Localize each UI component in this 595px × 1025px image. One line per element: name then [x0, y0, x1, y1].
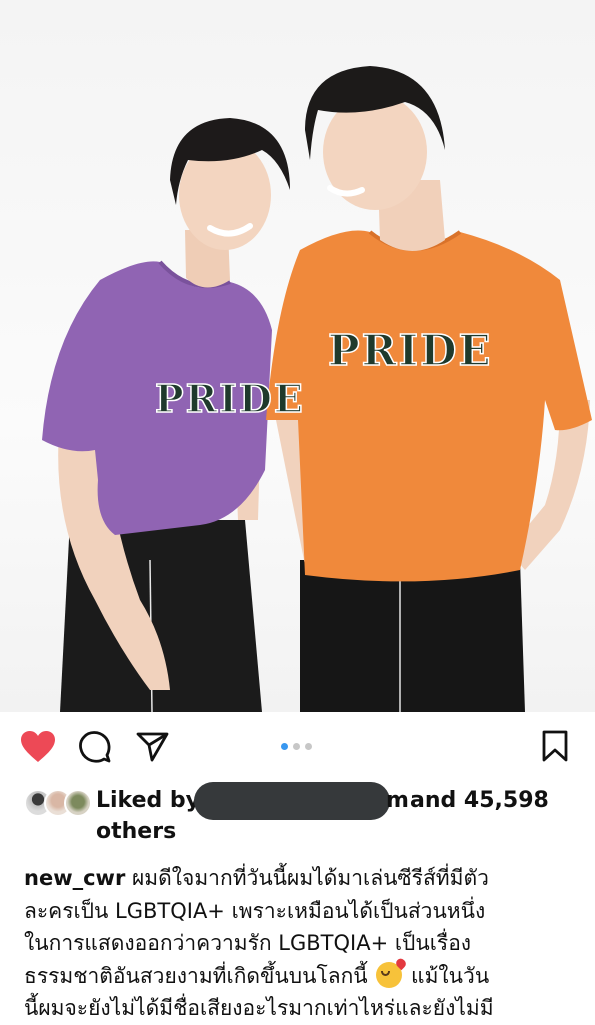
post-photo[interactable]: PRIDE PRIDE [0, 0, 595, 712]
caption-line-1: new_cwr ผมดีใจมากที่วันนี้ผมได้มาเล่นซีร… [24, 866, 489, 890]
bookmark-icon[interactable] [542, 730, 568, 762]
carousel-indicator [281, 743, 312, 750]
liker-avatars[interactable] [24, 789, 92, 817]
right-shirt-print: PRIDE [328, 326, 493, 375]
share-icon[interactable] [136, 732, 169, 762]
heart-icon[interactable] [20, 730, 56, 764]
liked-others-label[interactable]: others [96, 817, 176, 847]
caption-line-3: ในการแสดงออกว่าความรัก LGBTQIA+ เป็นเรื่… [24, 931, 472, 955]
like-count[interactable]: and 45,598 [410, 786, 549, 816]
post-caption: new_cwr ผมดีใจมากที่วันนี้ผมได้มาเล่นซีร… [24, 862, 564, 1025]
avatar [64, 789, 92, 817]
caption-username[interactable]: new_cwr [24, 866, 125, 890]
caption-line-4: ธรรมชาติอันสวยงามที่เกิดขึ้นบนโลกนี้ แม้… [24, 961, 490, 988]
carousel-dot-active [281, 743, 288, 750]
smiling-face-with-hearts-emoji [376, 961, 403, 988]
left-shirt-print: PRIDE [155, 376, 305, 421]
liked-by-label: Liked by [96, 788, 201, 813]
comment-icon[interactable] [79, 731, 111, 763]
caption-line-5: นี้ผมจะยังไม่ได้มีชื่อเสียงอะไรมากเท่าไห… [24, 996, 494, 1020]
username-tail: m [386, 788, 409, 813]
carousel-dot [293, 743, 300, 750]
photo-illustration: PRIDE PRIDE [42, 66, 592, 712]
carousel-dot [305, 743, 312, 750]
right-person [266, 66, 592, 712]
caption-line-2: ละครเป็น LGBTQIA+ เพราะเหมือนได้เป็นส่วน… [24, 898, 486, 923]
redacted-username [194, 782, 390, 820]
